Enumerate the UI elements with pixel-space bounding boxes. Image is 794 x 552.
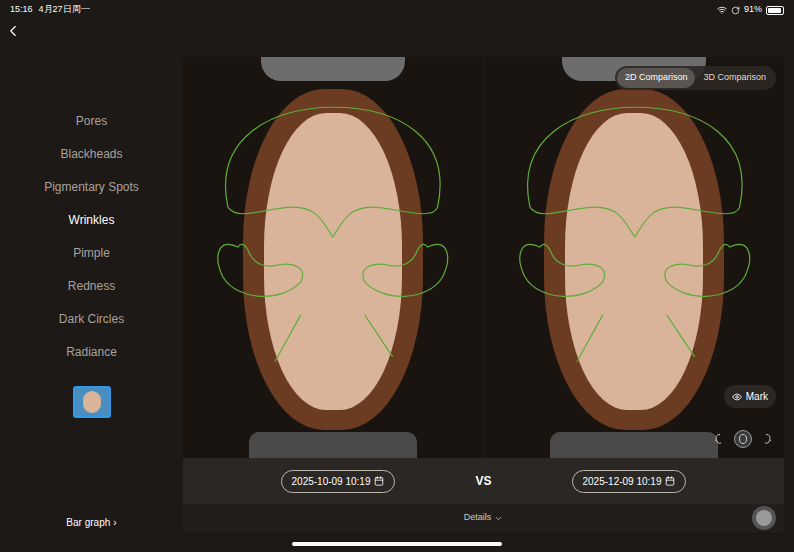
face-view-button[interactable]: [734, 430, 752, 448]
wifi-icon: [717, 5, 727, 15]
chevron-down-icon: [494, 514, 503, 523]
back-icon[interactable]: [4, 22, 22, 40]
calendar-icon: [665, 476, 675, 486]
wrinkle-zones-overlay: [183, 57, 483, 458]
sidebar-item[interactable]: Dark Circles: [59, 302, 124, 335]
sidebar-item[interactable]: Redness: [68, 269, 115, 302]
view-toggle: 2D Comparison3D Comparison: [615, 66, 776, 90]
view-toggle-option[interactable]: 3D Comparison: [695, 68, 774, 88]
assistive-touch-button[interactable]: [752, 506, 776, 530]
face-view-icon: [713, 433, 725, 445]
thumbnail[interactable]: [73, 386, 111, 418]
main-panel: 2D Comparison3D Comparison Mark 2025-10-09…: [183, 20, 794, 552]
status-bar: 15:16 4月27日周一 91%: [0, 0, 794, 20]
sidebar-item[interactable]: Wrinkles: [69, 203, 115, 236]
sidebar-item[interactable]: Pores: [76, 104, 107, 137]
face-view-icon: [737, 433, 749, 445]
details-toggle[interactable]: Details: [464, 511, 504, 525]
eye-icon: [732, 392, 742, 402]
status-time: 15:16: [10, 3, 33, 17]
date-bar: 2025-10-09 10:19 VS 2025-12-09 10:19: [183, 458, 784, 504]
bar-graph-link[interactable]: Bar graph›: [66, 515, 116, 530]
vs-label: VS: [475, 472, 491, 490]
before-face-photo: [183, 57, 483, 458]
view-toggle-option[interactable]: 2D Comparison: [617, 68, 696, 88]
mark-button[interactable]: Mark: [724, 385, 776, 408]
face-view-button[interactable]: [758, 430, 776, 448]
after-date-picker[interactable]: 2025-12-09 10:19: [572, 470, 687, 493]
before-date-picker[interactable]: 2025-10-09 10:19: [281, 470, 396, 493]
sidebar-item[interactable]: Pigmentary Spots: [44, 170, 139, 203]
sidebar-item[interactable]: Pimple: [73, 236, 110, 269]
status-date: 4月27日周一: [39, 3, 90, 17]
face-view-button[interactable]: [710, 430, 728, 448]
sidebar-item[interactable]: Blackheads: [60, 137, 122, 170]
after-face-photo: 2D Comparison3D Comparison Mark: [485, 57, 785, 458]
sidebar: PoresBlackheadsPigmentary SpotsWrinklesP…: [0, 20, 183, 552]
face-view-icon: [761, 433, 773, 445]
home-indicator: [292, 542, 502, 546]
rotation-lock-icon: [731, 6, 740, 15]
sidebar-item[interactable]: Radiance: [66, 335, 117, 368]
battery-icon: [766, 6, 784, 15]
battery-percent: 91%: [744, 3, 762, 17]
app: 15:16 4月27日周一 91% PoresBlackheadsPigmentary…: [0, 0, 794, 552]
calendar-icon: [374, 476, 384, 486]
